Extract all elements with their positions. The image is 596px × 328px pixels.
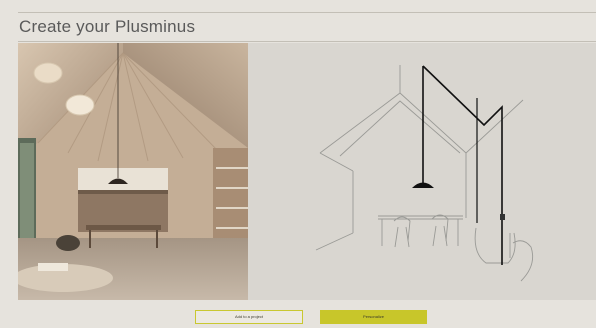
interior-photo xyxy=(18,43,248,300)
top-divider xyxy=(18,12,596,13)
lamp-sketch xyxy=(248,43,596,300)
title-divider xyxy=(18,41,596,42)
add-to-project-button[interactable]: Add to a project xyxy=(195,310,303,324)
personalize-button[interactable]: Personalize xyxy=(320,310,427,324)
action-bar: Add to a project Personalize xyxy=(0,310,596,324)
page-title: Create your Plusminus xyxy=(19,17,196,36)
